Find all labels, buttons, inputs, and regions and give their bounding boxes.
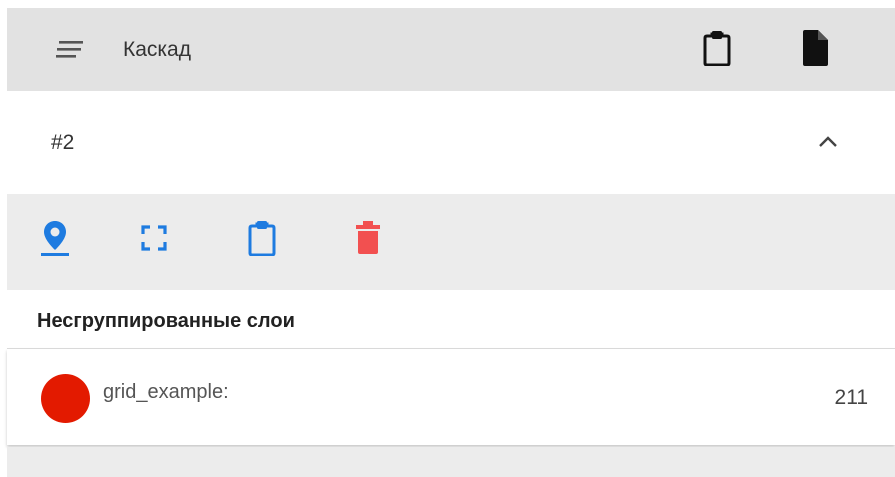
header-clipboard-button[interactable] [697, 28, 737, 72]
layer-feature-count: 211 [834, 386, 868, 409]
next-section-strip [7, 447, 895, 477]
group-heading: Несгруппированные слои [7, 290, 895, 349]
panel-title: Каскад [123, 38, 191, 61]
location-pin-icon [40, 218, 70, 263]
clipboard-icon [248, 220, 276, 261]
chevron-up-icon[interactable] [817, 131, 839, 153]
section-title: #2 [51, 131, 75, 154]
section-toolbar [7, 194, 895, 290]
trash-icon [355, 220, 381, 260]
layer-panel: Каскад #2 Несгруппированные слои grid_ex… [0, 0, 895, 477]
layer-list-item[interactable]: grid_example: 211 [7, 349, 895, 445]
copy-button[interactable] [240, 218, 284, 262]
fullscreen-icon [140, 224, 168, 257]
clipboard-icon [703, 30, 731, 71]
menu-lines-icon[interactable] [56, 41, 86, 59]
layer-name: grid_example: [103, 381, 229, 403]
zoom-to-layer-button[interactable] [33, 218, 77, 262]
group-heading-label: Несгруппированные слои [37, 310, 295, 332]
delete-button[interactable] [346, 218, 390, 262]
layer-color-swatch[interactable] [41, 374, 90, 423]
header-file-button[interactable] [795, 28, 835, 72]
file-icon [801, 29, 829, 72]
section-header[interactable]: #2 [7, 91, 895, 194]
panel-header: Каскад [7, 8, 895, 91]
fit-extent-button[interactable] [132, 218, 176, 262]
